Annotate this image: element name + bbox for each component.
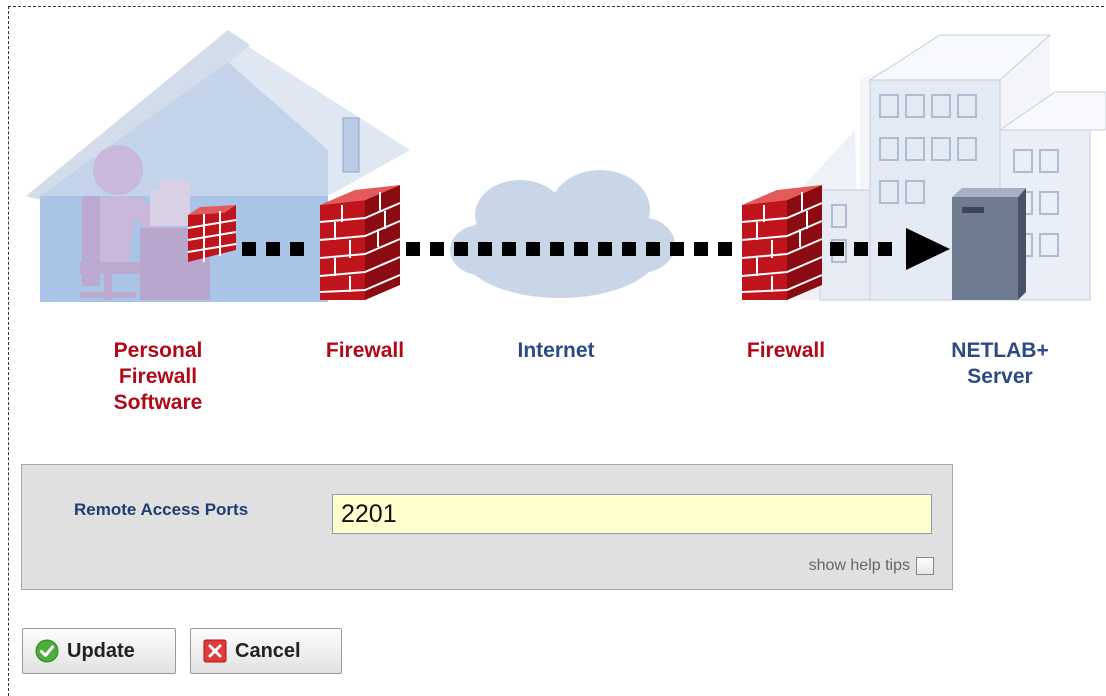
server-label: NETLAB+ Server — [951, 339, 1049, 388]
remote-access-ports-input[interactable] — [332, 494, 932, 534]
close-icon — [203, 639, 227, 663]
internet-label: Internet — [517, 339, 595, 362]
internet-cloud-icon — [450, 170, 675, 298]
cancel-button-label: Cancel — [235, 639, 301, 662]
firewall-left-label: Firewall — [325, 339, 405, 362]
personal-firewall-label: Personal Firewall Software — [113, 339, 203, 414]
firewall-left-icon — [319, 185, 401, 300]
help-tips-label: show help tips — [808, 557, 910, 574]
remote-access-ports-label: Remote Access Ports — [74, 500, 249, 519]
network-diagram — [26, 30, 1106, 302]
check-icon — [35, 639, 59, 663]
help-tips-toggle[interactable]: show help tips — [809, 557, 934, 575]
firewall-right-icon — [741, 185, 823, 300]
server-icon — [952, 188, 1026, 300]
help-tips-checkbox[interactable] — [916, 557, 934, 575]
remote-access-panel: Remote Access Ports show help tips — [21, 464, 953, 590]
update-button[interactable]: Update — [22, 628, 176, 674]
update-button-label: Update — [67, 639, 135, 662]
firewall-right-label: Firewall — [746, 339, 826, 362]
cancel-button[interactable]: Cancel — [190, 628, 342, 674]
